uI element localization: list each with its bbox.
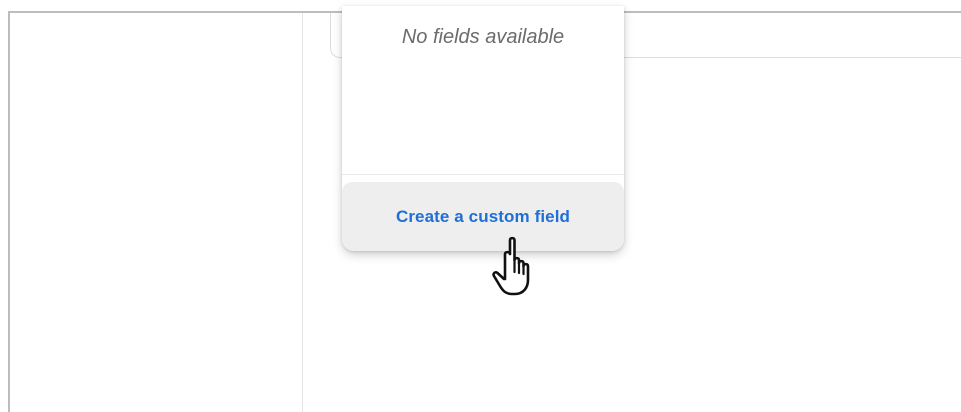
panel-divider — [302, 13, 303, 412]
hand-pointer-icon — [492, 236, 530, 296]
fields-dropdown: No fields available Create a custom fiel… — [342, 6, 624, 251]
dropdown-divider — [342, 174, 624, 175]
left-panel — [10, 13, 302, 412]
create-custom-field-button[interactable]: Create a custom field — [342, 182, 624, 251]
create-custom-field-label: Create a custom field — [395, 206, 571, 226]
empty-state-message: No fields available — [401, 26, 565, 48]
app-frame: No fields available Create a custom fiel… — [0, 0, 961, 412]
